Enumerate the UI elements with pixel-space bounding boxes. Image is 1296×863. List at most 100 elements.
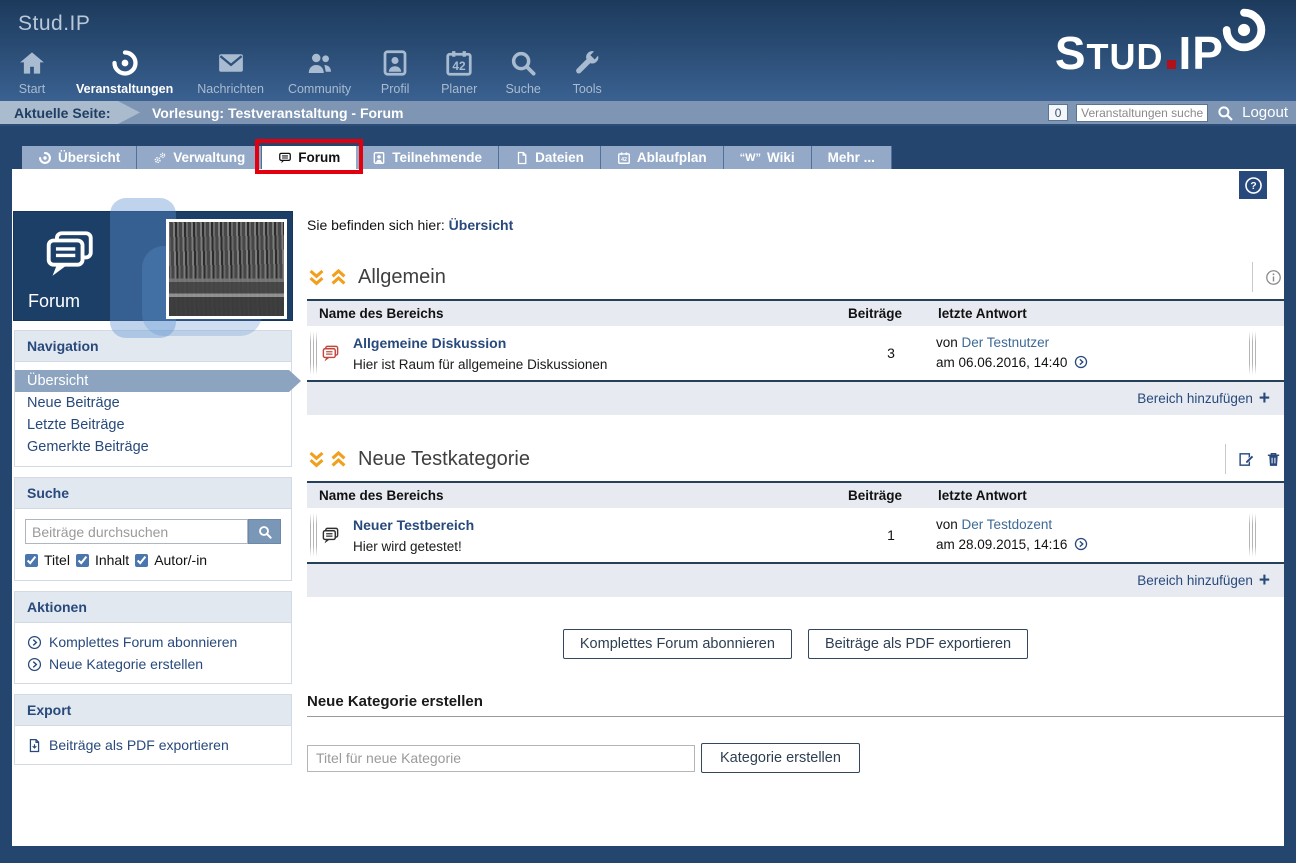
create-category-link[interactable]: Neue Kategorie erstellen: [15, 653, 291, 675]
area-name-link[interactable]: Neuer Testbereich: [353, 517, 474, 533]
add-area-link[interactable]: Bereich hinzufügen +: [1137, 391, 1270, 406]
sidebar-item-letzte-beitraege[interactable]: Letzte Beiträge: [15, 414, 291, 436]
arrow-circle-icon: [27, 635, 42, 650]
sidebar-item-gemerkte-beitraege[interactable]: Gemerkte Beiträge: [15, 436, 291, 458]
table-header-row: Name des Bereichs Beiträge letzte Antwor…: [307, 301, 1284, 326]
wiki-icon: “W”: [740, 152, 761, 164]
breadcrumb-controls: 0 Logout: [1048, 101, 1288, 124]
sidebar-export-box: Export Beiträge als PDF exportieren: [14, 694, 292, 765]
sidebar-context-title: Forum: [28, 291, 80, 312]
footer-bar: [0, 846, 1296, 863]
forum-search-button[interactable]: [248, 519, 281, 544]
add-area-link[interactable]: Bereich hinzufügen +: [1137, 573, 1270, 588]
top-navigation: Start Veranstaltungen Nachrichten Commun…: [12, 48, 607, 96]
mail-icon: [216, 48, 246, 78]
breadcrumb-bar: Aktuelle Seite: Vorlesung: Testveranstal…: [0, 101, 1296, 126]
subscribe-forum-link[interactable]: Komplettes Forum abonnieren: [15, 631, 291, 653]
course-search-input[interactable]: [1076, 104, 1208, 122]
forum-search-input[interactable]: [25, 519, 248, 544]
plus-icon: +: [1259, 574, 1270, 588]
area-last-answer: von Der Testnutzer am 06.06.2016, 14:40: [936, 333, 1246, 373]
community-icon: [305, 48, 335, 78]
new-category-title-input[interactable]: [307, 745, 695, 772]
counter-badge: 0: [1048, 104, 1068, 121]
nav-planer[interactable]: 42 Planer: [439, 48, 479, 96]
sidebar-search-box: Suche Titel Inhalt Autor/-in: [14, 477, 292, 581]
export-pdf-link[interactable]: Beiträge als PDF exportieren: [15, 734, 291, 756]
nav-suche[interactable]: Suche: [503, 48, 543, 96]
drag-handle[interactable]: [310, 513, 317, 557]
area-name-link[interactable]: Allgemeine Diskussion: [353, 335, 506, 351]
checkbox-titel[interactable]: [25, 554, 38, 567]
tab-strip: Übersicht Verwaltung Forum Teilnehmende …: [0, 128, 1296, 169]
breadcrumb-location: Sie befinden sich hier: Übersicht: [307, 217, 1284, 233]
svg-text:42: 42: [621, 157, 627, 163]
profile-icon: [380, 48, 410, 78]
export-header: Export: [15, 695, 291, 726]
delete-category-icon[interactable]: [1265, 451, 1282, 468]
create-category-button[interactable]: Kategorie erstellen: [701, 743, 860, 773]
nav-veranstaltungen[interactable]: Veranstaltungen: [76, 48, 173, 96]
tab-ablaufplan[interactable]: 42 Ablaufplan: [601, 146, 724, 169]
tab-mehr[interactable]: Mehr ...: [812, 146, 892, 169]
tools-wrench-icon: [572, 48, 602, 78]
drag-handle[interactable]: [1249, 331, 1256, 375]
tab-verwaltung[interactable]: Verwaltung: [137, 146, 262, 169]
area-description: Hier wird getestet!: [353, 539, 840, 554]
collapse-category-icon[interactable]: [307, 268, 326, 287]
expand-category-icon[interactable]: [329, 268, 348, 287]
expand-category-icon[interactable]: [329, 450, 348, 469]
nav-profil[interactable]: Profil: [375, 48, 415, 96]
admin-gears-icon: [153, 151, 167, 165]
goto-post-icon[interactable]: [1074, 355, 1088, 369]
subscribe-forum-button[interactable]: Komplettes Forum abonnieren: [563, 629, 792, 659]
sidebar-item-uebersicht[interactable]: Übersicht: [15, 370, 301, 392]
nav-tools[interactable]: Tools: [567, 48, 607, 96]
search-icon: [508, 48, 538, 78]
collapse-category-icon[interactable]: [307, 450, 326, 469]
last-answer-author-link[interactable]: Der Testnutzer: [962, 335, 1050, 350]
actions-header: Aktionen: [15, 592, 291, 623]
tab-uebersicht[interactable]: Übersicht: [22, 146, 137, 169]
checkbox-inhalt[interactable]: [76, 554, 89, 567]
drag-handle[interactable]: [310, 331, 317, 375]
category-neue-testkategorie: Neue Testkategorie Name des Bereichs Bei…: [307, 441, 1284, 597]
search-icon: [257, 524, 273, 540]
topbar: Stud.IP Start Veranstaltungen Nachrichte…: [0, 0, 1296, 101]
last-answer-author-link[interactable]: Der Testdozent: [962, 517, 1053, 532]
area-post-count: 3: [846, 345, 936, 361]
checkbox-autor[interactable]: [135, 554, 148, 567]
drag-handle[interactable]: [1249, 513, 1256, 557]
export-pdf-button[interactable]: Beiträge als PDF exportieren: [808, 629, 1028, 659]
breadcrumb-current: Vorlesung: Testveranstaltung - Forum: [152, 101, 404, 124]
forum-table: Name des Bereichs Beiträge letzte Antwor…: [307, 481, 1284, 597]
tab-wiki[interactable]: “W” Wiki: [724, 146, 812, 169]
logout-link[interactable]: Logout: [1242, 104, 1288, 121]
home-icon: [17, 48, 47, 78]
area-chat-icon: [321, 526, 340, 545]
app-name: Stud.IP: [18, 12, 90, 36]
tab-teilnehmende[interactable]: Teilnehmende: [356, 146, 499, 169]
nav-start[interactable]: Start: [12, 48, 52, 96]
forum-chat-icon: [278, 151, 292, 165]
goto-post-icon[interactable]: [1074, 537, 1088, 551]
edit-category-icon[interactable]: [1238, 451, 1255, 468]
info-icon[interactable]: [1265, 269, 1282, 286]
sidebar-actions-box: Aktionen Komplettes Forum abonnieren Neu…: [14, 591, 292, 684]
overview-spiral-icon: [38, 151, 52, 165]
tab-dateien[interactable]: Dateien: [499, 146, 601, 169]
location-uebersicht-link[interactable]: Übersicht: [449, 217, 514, 233]
schedule-calendar-icon: 42: [617, 151, 631, 165]
course-search-button-icon[interactable]: [1216, 104, 1234, 122]
main-column: Sie befinden sich hier: Übersicht Allgem…: [307, 169, 1284, 773]
nav-nachrichten[interactable]: Nachrichten: [197, 48, 264, 96]
nav-community[interactable]: Community: [288, 48, 351, 96]
tab-forum[interactable]: Forum: [262, 146, 356, 169]
table-footer-row: Bereich hinzufügen +: [307, 564, 1284, 597]
area-chat-icon-unread: [321, 344, 340, 363]
search-header: Suche: [15, 478, 291, 509]
forum-bubbles-icon: [40, 226, 98, 284]
table-footer-row: Bereich hinzufügen +: [307, 382, 1284, 415]
new-category-heading: Neue Kategorie erstellen: [307, 693, 1284, 717]
sidebar-item-neue-beitraege[interactable]: Neue Beiträge: [15, 392, 291, 414]
